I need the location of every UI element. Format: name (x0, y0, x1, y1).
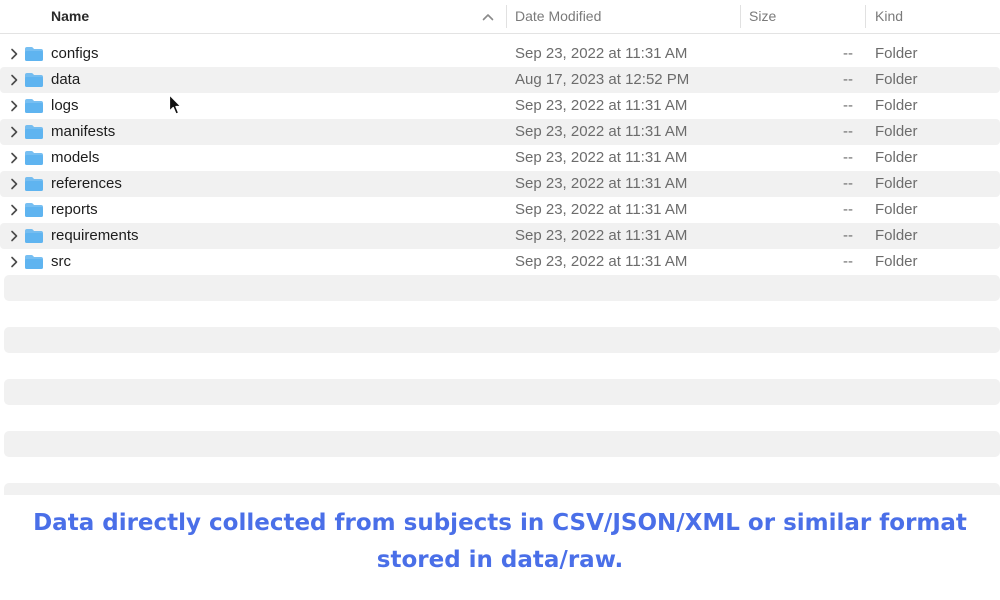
file-date-modified: Sep 23, 2022 at 11:31 AM (515, 45, 688, 62)
file-name: logs (51, 97, 79, 114)
caption-line: stored in data/raw. (376, 547, 624, 573)
folder-icon (25, 47, 43, 61)
column-header-date-modified[interactable]: Date Modified (515, 0, 601, 33)
file-row[interactable]: reports Sep 23, 2022 at 11:31 AM -- Folder (0, 197, 1000, 223)
column-header-kind[interactable]: Kind (875, 0, 903, 33)
file-name: requirements (51, 227, 139, 244)
file-size: -- (843, 97, 853, 114)
file-date-modified: Aug 17, 2023 at 12:52 PM (515, 71, 690, 88)
file-date-modified: Sep 23, 2022 at 11:31 AM (515, 253, 688, 270)
cursor-icon (168, 94, 182, 115)
column-divider[interactable] (506, 5, 507, 28)
file-name: references (51, 175, 122, 192)
file-kind: Folder (875, 71, 918, 88)
file-size: -- (843, 123, 853, 140)
folder-icon (25, 203, 43, 217)
file-name: reports (51, 201, 98, 218)
file-row[interactable]: models Sep 23, 2022 at 11:31 AM -- Folder (0, 145, 1000, 171)
file-row[interactable]: requirements Sep 23, 2022 at 11:31 AM -- Fo… (0, 223, 1000, 249)
chevron-right-icon[interactable] (9, 256, 19, 268)
empty-row (4, 353, 1000, 379)
column-header: Name Date Modified Size Kind (0, 0, 1000, 34)
chevron-up-icon[interactable] (482, 12, 494, 22)
file-kind: Folder (875, 149, 918, 166)
chevron-right-icon[interactable] (9, 100, 19, 112)
file-date-modified: Sep 23, 2022 at 11:31 AM (515, 97, 688, 114)
file-row[interactable]: src Sep 23, 2022 at 11:31 AM -- Folder (0, 249, 1000, 275)
file-kind: Folder (875, 175, 918, 192)
file-kind: Folder (875, 201, 918, 218)
empty-list-area (0, 275, 1000, 495)
file-row[interactable]: manifests Sep 23, 2022 at 11:31 AM -- Folde… (0, 119, 1000, 145)
file-name: models (51, 149, 100, 166)
empty-row (4, 483, 1000, 495)
empty-row (4, 327, 1000, 353)
file-name: data (51, 71, 81, 88)
empty-row (4, 405, 1000, 431)
file-date-modified: Sep 23, 2022 at 11:31 AM (515, 175, 688, 192)
file-list: configs Sep 23, 2022 at 11:31 AM -- Folder d… (0, 41, 1000, 275)
folder-icon (25, 99, 43, 113)
file-kind: Folder (875, 253, 918, 270)
folder-icon (25, 151, 43, 165)
column-divider[interactable] (865, 5, 866, 28)
file-row[interactable]: configs Sep 23, 2022 at 11:31 AM -- Folder (0, 41, 1000, 67)
file-kind: Folder (875, 123, 918, 140)
empty-row (4, 301, 1000, 327)
file-kind: Folder (875, 97, 918, 114)
folder-icon (25, 229, 43, 243)
empty-row (4, 275, 1000, 301)
file-name: manifests (51, 123, 116, 140)
folder-icon (25, 255, 43, 269)
folder-icon (25, 73, 43, 87)
caption-line: Data directly collected from subjects in… (33, 510, 967, 536)
file-date-modified: Sep 23, 2022 at 11:31 AM (515, 149, 688, 166)
file-size: -- (843, 253, 853, 270)
chevron-right-icon[interactable] (9, 204, 19, 216)
empty-row (4, 457, 1000, 483)
file-row[interactable]: logs Sep 23, 2022 at 11:31 AM -- Folder (0, 93, 1000, 119)
file-size: -- (843, 201, 853, 218)
chevron-right-icon[interactable] (9, 152, 19, 164)
column-header-name[interactable]: Name (51, 0, 481, 33)
file-size: -- (843, 71, 853, 88)
empty-row (4, 431, 1000, 457)
folder-icon (25, 177, 43, 191)
column-header-size[interactable]: Size (749, 0, 776, 33)
file-name: configs (51, 45, 99, 62)
folder-icon (25, 125, 43, 139)
file-kind: Folder (875, 227, 918, 244)
file-row[interactable]: data Aug 17, 2023 at 12:52 PM -- Folder (0, 67, 1000, 93)
file-date-modified: Sep 23, 2022 at 11:31 AM (515, 123, 688, 140)
file-name: src (51, 253, 71, 270)
chevron-right-icon[interactable] (9, 178, 19, 190)
file-size: -- (843, 175, 853, 192)
file-date-modified: Sep 23, 2022 at 11:31 AM (515, 227, 688, 244)
chevron-right-icon[interactable] (9, 48, 19, 60)
file-size: -- (843, 149, 853, 166)
caption: Data directly collected from subjects in… (0, 505, 1000, 579)
column-divider[interactable] (740, 5, 741, 28)
file-row[interactable]: references Sep 23, 2022 at 11:31 AM -- Fold… (0, 171, 1000, 197)
finder-list-view: Name Date Modified Size Kind configs Sep … (0, 0, 1000, 495)
empty-row (4, 379, 1000, 405)
file-size: -- (843, 227, 853, 244)
file-date-modified: Sep 23, 2022 at 11:31 AM (515, 201, 688, 218)
chevron-right-icon[interactable] (9, 126, 19, 138)
chevron-right-icon[interactable] (9, 74, 19, 86)
file-size: -- (843, 45, 853, 62)
chevron-right-icon[interactable] (9, 230, 19, 242)
file-kind: Folder (875, 45, 918, 62)
